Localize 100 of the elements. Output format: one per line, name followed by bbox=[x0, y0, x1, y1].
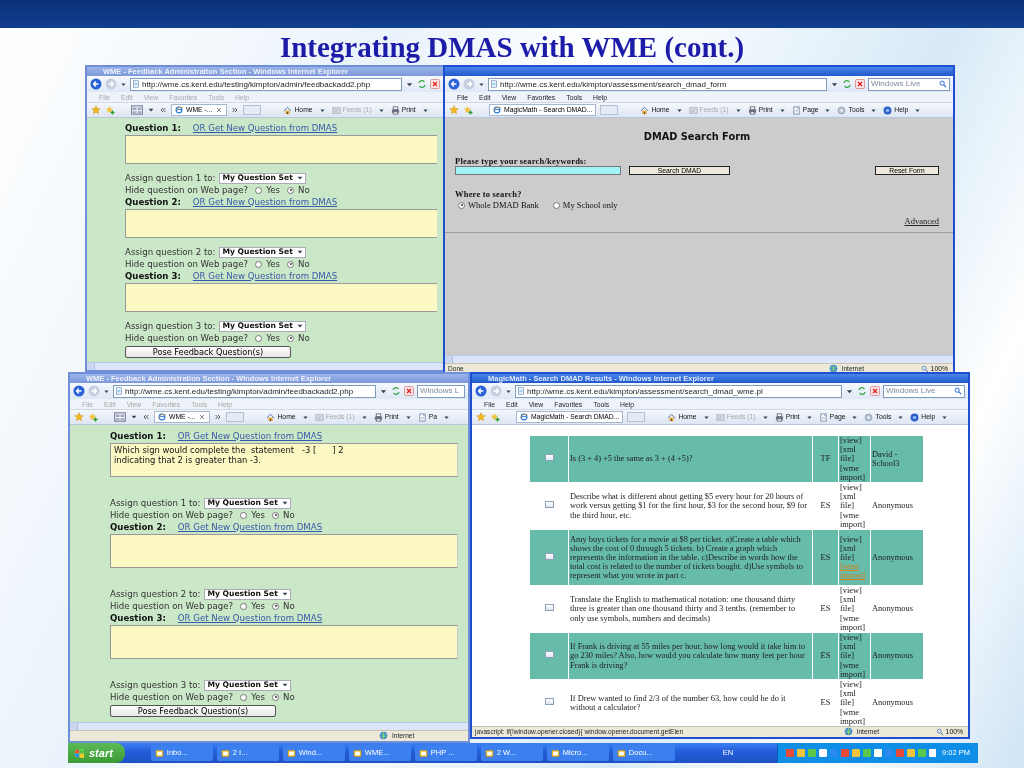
link[interactable]: [view] bbox=[840, 483, 869, 493]
dmas-link[interactable]: OR Get New Question from DMAS bbox=[177, 429, 323, 443]
dmas-link[interactable]: OR Get New Question from DMAS bbox=[192, 269, 338, 283]
add-favorite-icon[interactable] bbox=[490, 412, 500, 422]
caret-icon[interactable] bbox=[702, 413, 710, 421]
caret-icon[interactable] bbox=[103, 387, 110, 395]
dmas-link[interactable]: OR Get New Question from DMAS bbox=[177, 520, 323, 534]
caret-icon[interactable] bbox=[897, 413, 905, 421]
address-field[interactable]: http://wme.cs.kent.edu/kimpton/assessment/search_dmad_wme.pl bbox=[515, 384, 842, 398]
caret-icon[interactable] bbox=[147, 106, 155, 114]
stop-icon[interactable] bbox=[404, 386, 414, 396]
radio-button[interactable] bbox=[272, 602, 279, 610]
star-icon[interactable] bbox=[74, 412, 84, 422]
radio-button[interactable] bbox=[240, 602, 248, 610]
link[interactable]: [xml file] bbox=[840, 689, 869, 708]
caret-icon[interactable] bbox=[404, 413, 412, 421]
chevron-right-icon[interactable] bbox=[214, 413, 223, 421]
checkbox[interactable] bbox=[544, 501, 554, 509]
caret-icon[interactable] bbox=[120, 80, 127, 88]
search-field[interactable]: Windows Live bbox=[868, 77, 950, 91]
scrollbar[interactable] bbox=[70, 722, 468, 730]
keyword-field[interactable] bbox=[455, 165, 621, 175]
caret-icon[interactable] bbox=[778, 106, 786, 114]
link[interactable]: [xml file] bbox=[840, 642, 869, 661]
link[interactable]: [view] bbox=[840, 586, 869, 596]
address-field[interactable]: http://wme.cs.kent.edu/testing/kimpton/admin/feedbackadd2.php bbox=[113, 384, 376, 398]
link[interactable]: [wme import] bbox=[840, 510, 869, 530]
scrollbar[interactable] bbox=[87, 362, 443, 370]
radio-button[interactable] bbox=[552, 201, 560, 209]
quick-tabs-icon[interactable] bbox=[131, 104, 143, 116]
back-button[interactable] bbox=[73, 385, 85, 397]
star-icon[interactable] bbox=[91, 105, 101, 115]
radio-button[interactable] bbox=[272, 511, 279, 519]
dmas-link[interactable]: OR Get New Question from DMAS bbox=[192, 121, 338, 135]
submit-button[interactable]: Pose Feedback Question(s) bbox=[125, 346, 291, 358]
back-button[interactable] bbox=[475, 385, 487, 397]
link[interactable]: [xml file] bbox=[840, 595, 869, 614]
link[interactable]: [view] bbox=[840, 436, 869, 446]
checkbox[interactable] bbox=[544, 698, 554, 706]
quick-tabs-icon[interactable] bbox=[114, 411, 126, 423]
radio-button[interactable] bbox=[240, 511, 248, 519]
add-favorite-icon[interactable] bbox=[463, 105, 473, 115]
checkbox[interactable] bbox=[544, 552, 554, 560]
add-favorite-icon[interactable] bbox=[105, 105, 115, 115]
close-icon[interactable] bbox=[215, 106, 224, 114]
stop-icon[interactable] bbox=[870, 386, 880, 396]
checkbox[interactable] bbox=[544, 604, 554, 612]
stop-icon[interactable] bbox=[855, 79, 865, 89]
back-button[interactable] bbox=[90, 78, 102, 90]
caret-icon[interactable] bbox=[360, 413, 368, 421]
checkbox[interactable] bbox=[544, 454, 554, 462]
link[interactable]: [wme import] bbox=[840, 660, 869, 680]
search-field[interactable]: Windows L bbox=[417, 384, 465, 398]
star-icon[interactable] bbox=[476, 412, 486, 422]
link[interactable]: [view] bbox=[840, 534, 869, 544]
caret-icon[interactable] bbox=[851, 413, 859, 421]
link[interactable]: [wme import] bbox=[840, 613, 869, 633]
question-field[interactable] bbox=[110, 625, 458, 659]
star-icon[interactable] bbox=[449, 105, 459, 115]
scrollbar[interactable] bbox=[445, 355, 953, 363]
caret-icon[interactable] bbox=[443, 413, 450, 421]
caret-icon[interactable] bbox=[675, 106, 683, 114]
caret-icon[interactable] bbox=[318, 106, 326, 114]
caret-icon[interactable] bbox=[824, 106, 832, 114]
caret-icon[interactable] bbox=[478, 80, 485, 88]
caret-icon[interactable] bbox=[805, 413, 813, 421]
caret-icon[interactable] bbox=[301, 413, 309, 421]
tray-icons-drawing[interactable] bbox=[786, 748, 937, 758]
link[interactable]: [xml file] bbox=[840, 445, 869, 464]
stop-icon[interactable] bbox=[430, 79, 440, 89]
link[interactable]: [view] bbox=[840, 633, 869, 643]
radio-button[interactable] bbox=[287, 186, 294, 194]
radio-button[interactable] bbox=[287, 334, 294, 342]
radio-button[interactable] bbox=[255, 186, 263, 194]
question-field[interactable] bbox=[125, 209, 437, 238]
address-field[interactable]: http://wme.cs.kent.edu/testing/kimpton/admin/feedbackadd2.php bbox=[130, 77, 402, 91]
caret-icon[interactable] bbox=[914, 106, 922, 114]
question-field[interactable]: Which sign would complete the statement -3 [ ] 2 indicating that 2 is greater than -3. bbox=[110, 443, 458, 477]
checkbox[interactable] bbox=[544, 651, 554, 659]
link[interactable]: [view] bbox=[840, 680, 869, 690]
dmas-link[interactable]: OR Get New Question from DMAS bbox=[192, 195, 338, 209]
chevron-left-icon[interactable] bbox=[159, 106, 167, 114]
radio-button[interactable] bbox=[458, 201, 465, 209]
radio-button[interactable] bbox=[240, 693, 248, 701]
radio-button[interactable] bbox=[255, 334, 263, 342]
link[interactable]: [wme import] bbox=[840, 463, 869, 482]
advanced-link[interactable]: Advanced bbox=[904, 215, 939, 229]
radio-button[interactable] bbox=[255, 260, 263, 268]
link[interactable]: [xml file] bbox=[840, 492, 869, 511]
chevron-right-icon[interactable] bbox=[231, 106, 240, 114]
link[interactable]: [wme import] bbox=[840, 707, 869, 726]
search-icon[interactable] bbox=[954, 387, 962, 395]
caret-icon[interactable] bbox=[421, 106, 429, 114]
caret-icon[interactable] bbox=[130, 413, 138, 421]
chevron-left-icon[interactable] bbox=[142, 413, 150, 421]
question-field[interactable] bbox=[125, 135, 437, 164]
address-field[interactable]: http://wme.cs.kent.edu/kimpton/assessment/search_dmad_form bbox=[488, 77, 827, 91]
back-button[interactable] bbox=[448, 78, 460, 90]
caret-icon[interactable] bbox=[505, 387, 512, 395]
caret-icon[interactable] bbox=[870, 106, 878, 114]
